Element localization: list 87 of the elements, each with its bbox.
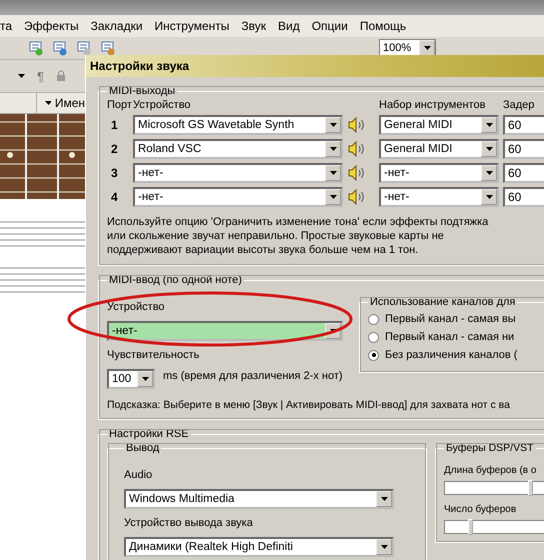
field-label: Устройство вывода звука (124, 516, 253, 530)
menu-item[interactable]: Инструменты (148, 19, 236, 33)
caret-icon (424, 46, 430, 50)
input-device-dropdown[interactable]: -нет- (107, 321, 343, 341)
unit-label: ms (время для различения 2-х нот) (163, 369, 343, 383)
caret-icon[interactable] (18, 74, 25, 78)
device-dropdown[interactable]: -нет- (133, 163, 343, 183)
instrument-bank-dropdown[interactable]: -нет- (379, 163, 499, 183)
info-text: Используйте опцию 'Ограничить изменение тона' если эффекты подтяжка или скольжение звучат неправильно. Простые звуковые карты не поддерживают вариации высоты звука больше чем на 1 тон. (107, 215, 490, 257)
output-device-dropdown[interactable]: Динамики (Realtek High Definiti (124, 537, 394, 557)
device-dropdown[interactable]: -нет- (133, 187, 343, 207)
dropdown-arrow-button[interactable] (481, 165, 497, 181)
group-title: Буферы DSP/VST (445, 442, 535, 454)
radio-option[interactable]: Первый канал - самая ни (368, 328, 544, 346)
menu-item[interactable]: Звук (235, 19, 272, 33)
instrument-bank-dropdown[interactable]: -нет- (379, 187, 499, 207)
document-icon[interactable] (100, 40, 116, 56)
port-number: 2 (110, 142, 119, 156)
caret-icon (330, 123, 336, 127)
caret-icon (330, 329, 336, 333)
delay-field[interactable]: 60 (503, 187, 544, 207)
caret-icon (486, 147, 492, 151)
radio-button[interactable] (368, 332, 379, 342)
port-number: 3 (110, 166, 119, 180)
instrument-bank-dropdown[interactable]: General MIDI (379, 139, 499, 159)
radio-button[interactable] (368, 314, 379, 324)
group-title: MIDI-ввод (по одной ноте) (108, 274, 243, 286)
slider-thumb[interactable] (528, 480, 534, 496)
dropdown-arrow-button[interactable] (376, 491, 392, 507)
menu-item[interactable]: Вид (272, 19, 306, 33)
device-dropdown[interactable]: Microsoft GS Wavetable Synth (133, 115, 343, 135)
radio-option[interactable]: Первый канал - самая вы (368, 310, 544, 328)
dropdown-arrow-button[interactable] (325, 117, 341, 133)
caret-icon (486, 171, 492, 175)
instrument-bank-dropdown[interactable]: General MIDI (379, 115, 499, 135)
column-header: Устройство (133, 99, 192, 111)
radio-button[interactable] (368, 350, 379, 360)
radio-label: Первый канал - самая вы (385, 313, 516, 325)
slider-thumb[interactable] (468, 519, 473, 535)
caret-icon (142, 377, 148, 381)
menu-item[interactable]: Опции (306, 19, 354, 33)
hint-text: Подсказка: Выберите в меню [Звук | Активировать MIDI-ввод] для захвата нот с ва (107, 399, 511, 411)
delay-field[interactable]: 60 (503, 163, 544, 183)
group-title: Использование каналов для (369, 296, 516, 308)
caret-icon (45, 101, 51, 105)
radio-label: Без различения каналов ( (385, 349, 518, 361)
delay-field[interactable]: 60 (503, 139, 544, 159)
dropdown-arrow-button[interactable] (325, 141, 341, 157)
column-header-label: Имен (54, 96, 85, 110)
menu-item[interactable]: та (0, 19, 18, 33)
column-header: Набор инструментов (379, 99, 486, 111)
group-title: Вывод (125, 442, 160, 454)
caret-icon (330, 195, 336, 199)
dropdown-arrow-button[interactable] (481, 189, 497, 205)
device-dropdown[interactable]: Roland VSC (133, 139, 343, 159)
dropdown-arrow-button[interactable] (325, 165, 341, 181)
dropdown-arrow-button[interactable] (481, 117, 497, 133)
group-title: MIDI-выходы (108, 85, 176, 97)
dropdown-arrow-button[interactable] (137, 371, 153, 387)
caret-icon (330, 147, 336, 151)
field-label: Audio (124, 468, 152, 482)
dialog-title: Настройки звука (86, 55, 544, 77)
audio-driver-dropdown[interactable]: Windows Multimedia (124, 489, 394, 509)
slider-label: Число буферов (444, 503, 518, 516)
radio-option[interactable]: Без различения каналов ( (368, 346, 544, 364)
dropdown-arrow-button[interactable] (481, 141, 497, 157)
slider-label: Длина буферов (в о (444, 464, 538, 477)
dropdown-arrow-button[interactable] (419, 40, 435, 56)
port-number: 4 (110, 190, 119, 204)
field-label: Чувствительность (107, 348, 200, 362)
menu-item[interactable]: Эффекты (18, 19, 85, 33)
field-label: Устройство (107, 300, 165, 314)
caret-icon (380, 497, 388, 501)
dropdown-arrow-button[interactable] (325, 189, 341, 205)
caret-icon (380, 545, 388, 549)
caret-icon (486, 123, 492, 127)
delay-field[interactable]: 60 (503, 115, 544, 135)
radio-label: Первый канал - самая ни (385, 331, 514, 343)
column-header: Задер (503, 99, 536, 111)
caret-icon (330, 171, 336, 175)
port-number: 1 (110, 118, 119, 132)
menu-item[interactable]: Закладки (84, 19, 149, 33)
sensitivity-dropdown[interactable]: 100 (107, 369, 155, 389)
dropdown-arrow-button[interactable] (376, 539, 392, 555)
caret-icon (486, 195, 492, 199)
menu-item[interactable]: Помощь (354, 19, 412, 33)
document-icon[interactable] (76, 40, 92, 56)
